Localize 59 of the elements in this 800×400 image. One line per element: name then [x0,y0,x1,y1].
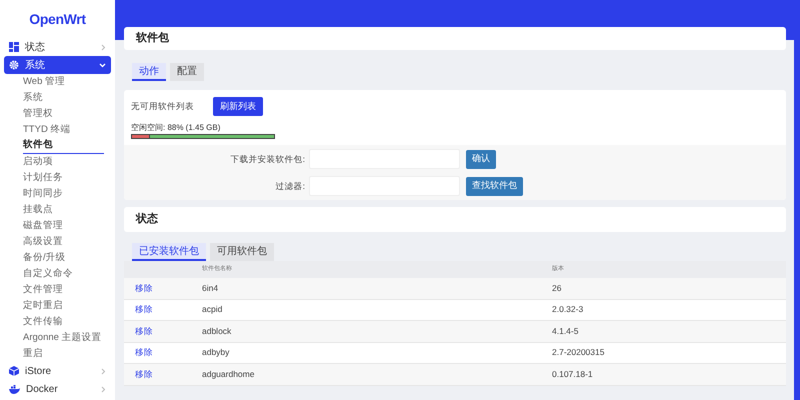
gear-icon [9,60,19,70]
submenu-item[interactable]: 高级设置 [23,234,104,250]
field-label: 下载并安装软件包: [230,152,305,166]
no-list-text: 无可用软件列表 [131,100,193,113]
section-title: 状态 [124,207,786,232]
whale-icon [9,384,20,394]
submenu-item[interactable]: 定时重启 [23,298,104,314]
submenu-item[interactable]: Web 管理 [23,74,104,90]
table-cell-text: 6in4 [202,282,220,295]
table-cell-text: acpid [202,303,224,316]
tab[interactable]: 可用软件包 [210,243,274,261]
sidebar-item[interactable]: iStore [4,362,111,380]
submenu-item[interactable]: 磁盘管理 [23,218,104,234]
submenu-item[interactable]: 管理权 [23,106,104,122]
tab[interactable]: 配置 [170,63,204,81]
remove-link[interactable]: 移除 [124,346,202,360]
table-cell: 26 [552,282,562,295]
sidebar-item[interactable]: 状态 [4,38,111,56]
chevron-right-icon [101,44,106,50]
submenu-item[interactable]: 重启 [23,346,104,362]
remove-link[interactable]: 移除 [124,282,202,295]
submenu-item[interactable]: 启动项 [23,154,104,170]
confirm-button[interactable]: 确认 [466,150,496,168]
table-cell: 0.107.18-1 [552,368,593,381]
table-cell-text: adblock [202,324,232,338]
cube-icon [9,366,19,376]
submenu-item[interactable]: 挂载点 [23,202,104,218]
table-cell-text: adguardhome [202,368,256,381]
refresh-button[interactable]: 刷新列表 [213,97,263,116]
dashboard-icon [9,42,19,52]
submenu-item[interactable]: 软件包 [23,138,104,154]
free-space-text: 空闲空间: 88% (1.45 GB) [131,122,222,134]
field-label: 过滤器: [274,180,305,192]
chevron-down-icon [99,62,106,68]
table-cell: 2.0.32-3 [552,303,584,316]
logo: OpenWrt [28,10,87,29]
table-cell-text: adbyby [202,346,230,360]
submenu-item[interactable]: 系统 [23,90,104,106]
remove-link[interactable]: 移除 [124,303,202,316]
remove-link[interactable]: 移除 [124,324,202,338]
submenu-item[interactable]: 文件管理 [23,282,104,298]
submenu-item[interactable]: 计划任务 [23,170,104,186]
submenu-item[interactable]: TTYD 终端 [23,122,104,138]
table-cell: 2.7-20200315 [552,346,604,360]
tab[interactable]: 已安装软件包 [132,243,206,261]
page-title: 软件包 [124,27,786,50]
find-button[interactable]: 查找软件包 [466,176,523,196]
sidebar-item[interactable]: Docker [4,380,111,398]
remove-link[interactable]: 移除 [124,368,202,381]
chevron-right-icon [101,386,106,392]
submenu-item[interactable]: 时间同步 [23,186,104,202]
tab[interactable]: 动作 [132,63,166,81]
submenu-item[interactable]: Argonne 主题设置 [23,330,104,346]
submenu-item[interactable]: 备份/升级 [23,250,104,266]
submenu-item[interactable]: 自定义命令 [23,266,104,282]
submenu-item[interactable]: 文件传输 [23,314,104,330]
table-cell: 4.1.4-5 [552,324,578,338]
chevron-right-icon [101,368,106,374]
sidebar-item[interactable]: 系统 [4,56,111,74]
